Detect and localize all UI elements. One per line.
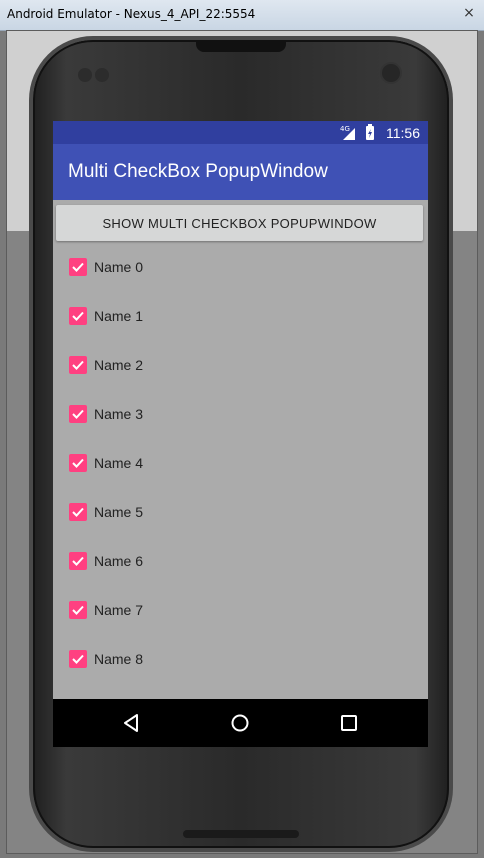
- front-camera-icon: [380, 62, 402, 84]
- check-icon: [72, 262, 84, 272]
- item-label: Name 8: [94, 651, 144, 667]
- checkbox-checked[interactable]: [69, 356, 87, 374]
- check-icon: [72, 654, 84, 664]
- check-icon: [72, 458, 84, 468]
- checkbox-checked[interactable]: [69, 307, 87, 325]
- item-label: Name 2: [94, 357, 144, 373]
- check-icon: [72, 556, 84, 566]
- bottom-speaker: [183, 830, 299, 838]
- list-item[interactable]: Name 8: [53, 639, 428, 679]
- checkbox-checked[interactable]: [69, 405, 87, 423]
- recents-icon[interactable]: [337, 711, 361, 735]
- app-bar: Multi CheckBox PopupWindow: [53, 144, 428, 200]
- list-item[interactable]: Name 6: [53, 541, 428, 581]
- sensor-icon: [78, 68, 92, 82]
- list-item[interactable]: Name 2: [53, 345, 428, 385]
- close-icon[interactable]: ×: [462, 6, 476, 20]
- checkbox-checked[interactable]: [69, 552, 87, 570]
- checkbox-checked[interactable]: [69, 601, 87, 619]
- window-titlebar[interactable]: Android Emulator - Nexus_4_API_22:5554 ×: [0, 0, 484, 31]
- navigation-bar: [53, 699, 428, 747]
- item-label: Name 1: [94, 308, 144, 324]
- checkbox-checked[interactable]: [69, 503, 87, 521]
- check-icon: [72, 360, 84, 370]
- status-time: 11:56: [386, 125, 420, 141]
- show-popup-button[interactable]: SHOW MULTI CHECKBOX POPUPWINDOW: [56, 205, 423, 241]
- sensor-icon: [95, 68, 109, 82]
- checkbox-checked[interactable]: [69, 454, 87, 472]
- top-speaker: [196, 42, 286, 52]
- item-label: Name 4: [94, 455, 144, 471]
- check-icon: [72, 605, 84, 615]
- check-icon: [72, 507, 84, 517]
- item-label: Name 7: [94, 602, 144, 618]
- list-item[interactable]: Name 4: [53, 443, 428, 483]
- network-type-label: 4G: [340, 125, 350, 133]
- window-title: Android Emulator - Nexus_4_API_22:5554: [7, 7, 256, 21]
- item-label: Name 6: [94, 553, 144, 569]
- list-item[interactable]: Name 1: [53, 296, 428, 336]
- list-item[interactable]: Name 7: [53, 590, 428, 630]
- home-icon[interactable]: [228, 711, 252, 735]
- back-icon[interactable]: [119, 711, 143, 735]
- item-label: Name 5: [94, 504, 144, 520]
- check-icon: [72, 409, 84, 419]
- list-item[interactable]: Name 5: [53, 492, 428, 532]
- list-item[interactable]: Name 0: [53, 247, 428, 287]
- check-icon: [72, 311, 84, 321]
- list-item[interactable]: Name 3: [53, 394, 428, 434]
- device-screen: 4G 11:56 Multi CheckBox PopupWindow SHOW…: [53, 121, 428, 747]
- checkbox-checked[interactable]: [69, 650, 87, 668]
- checkbox-checked[interactable]: [69, 258, 87, 276]
- item-label: Name 3: [94, 406, 144, 422]
- status-bar: 4G 11:56: [53, 121, 428, 144]
- status-icons: 4G: [340, 124, 374, 140]
- app-title: Multi CheckBox PopupWindow: [68, 161, 328, 182]
- item-label: Name 0: [94, 259, 144, 275]
